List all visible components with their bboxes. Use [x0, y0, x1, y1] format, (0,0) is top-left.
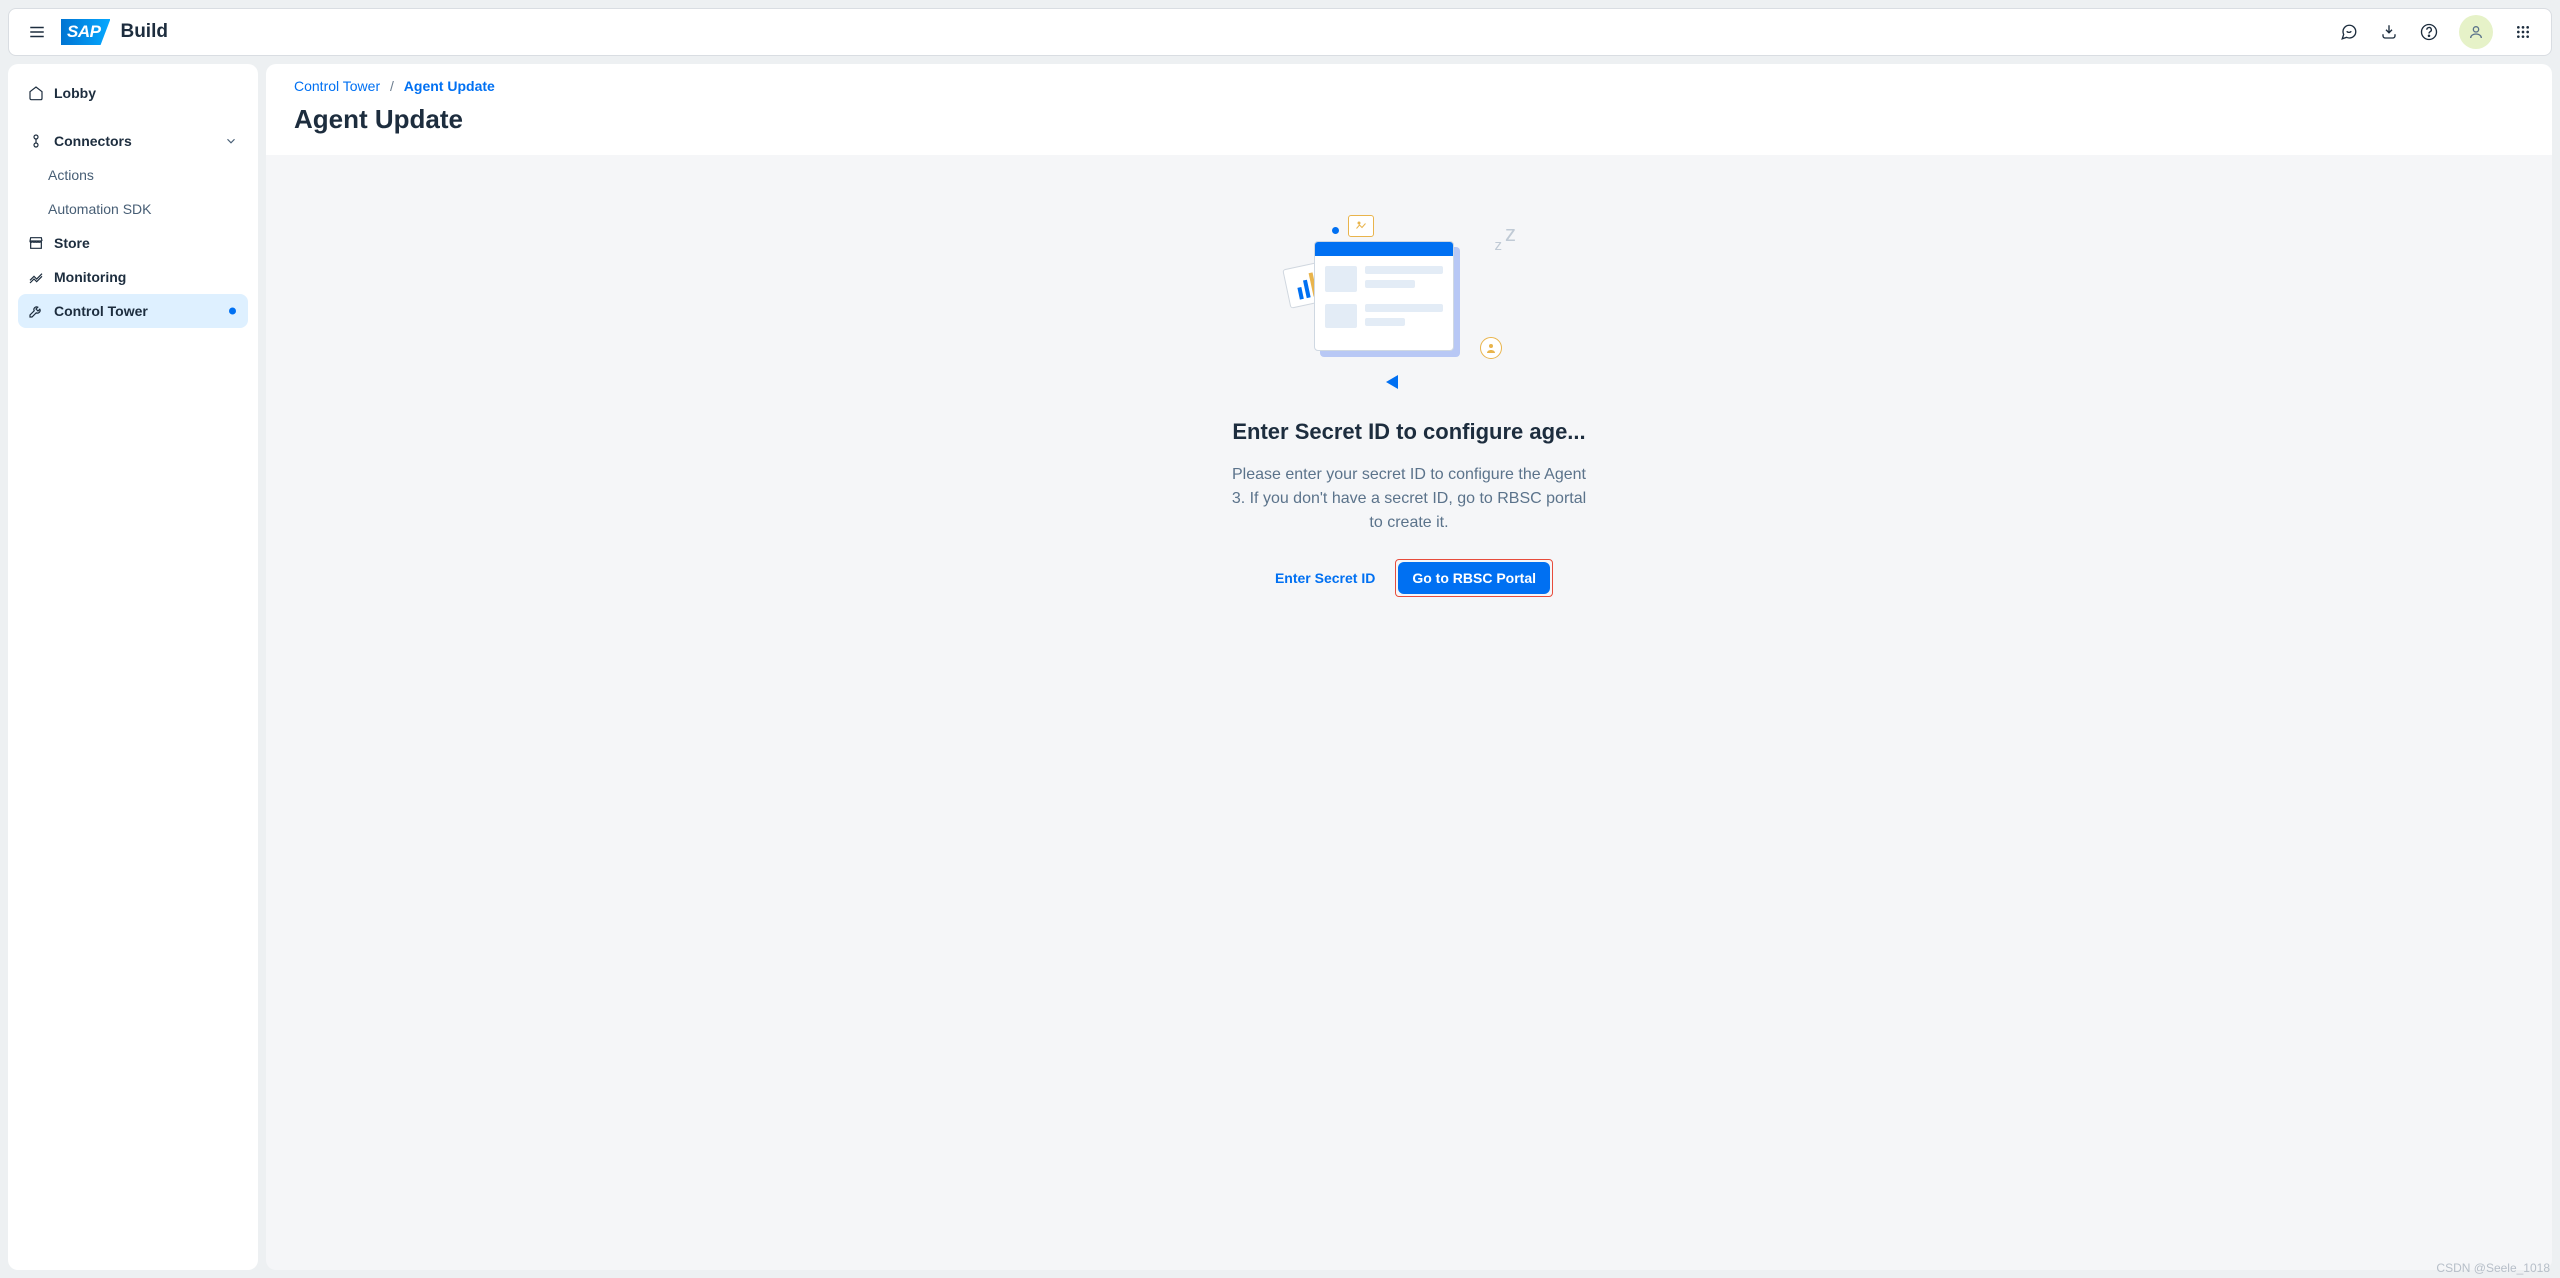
header-actions [2331, 14, 2541, 50]
sidebar-item-connectors[interactable]: Connectors [18, 124, 248, 158]
image-card-icon [1348, 215, 1374, 237]
sidebar-label: Actions [48, 167, 94, 183]
annotation-highlight: Go to RBSC Portal [1395, 559, 1553, 597]
zzz-icon: z [1505, 221, 1516, 247]
sidebar-item-automation-sdk[interactable]: Automation SDK [18, 192, 248, 226]
decor-dot [1332, 227, 1339, 234]
sidebar-item-lobby[interactable]: Lobby [18, 76, 248, 110]
empty-title: Enter Secret ID to configure age... [1224, 419, 1594, 445]
watermark: CSDN @Seele_1018 [2436, 1261, 2550, 1275]
active-indicator-dot [229, 308, 236, 315]
user-avatar[interactable] [2459, 15, 2493, 49]
person-badge-icon [1480, 337, 1502, 359]
breadcrumb-separator: / [390, 78, 394, 94]
go-to-rbsc-portal-button[interactable]: Go to RBSC Portal [1398, 562, 1550, 594]
sidebar-label: Monitoring [54, 269, 126, 285]
content-header: Control Tower / Agent Update Agent Updat… [266, 64, 2552, 155]
person-icon [2468, 24, 2484, 40]
breadcrumb: Control Tower / Agent Update [294, 78, 2524, 94]
sidebar-label: Automation SDK [48, 201, 152, 217]
chevron-down-icon [224, 134, 238, 148]
home-icon [28, 85, 44, 101]
help-button[interactable] [2411, 14, 2447, 50]
shell-header: SAP Build [8, 8, 2552, 56]
empty-illustration: z z [1294, 215, 1524, 395]
sap-logo: SAP [61, 19, 110, 45]
download-button[interactable] [2371, 14, 2407, 50]
breadcrumb-link-root[interactable]: Control Tower [294, 78, 380, 94]
monitoring-icon [28, 269, 44, 285]
content-area: Control Tower / Agent Update Agent Updat… [266, 64, 2552, 1270]
empty-state: z z [1224, 215, 1594, 597]
menu-button[interactable] [19, 14, 55, 50]
sidebar-label: Lobby [54, 85, 96, 101]
page-title: Agent Update [294, 104, 2524, 135]
breadcrumb-current: Agent Update [404, 78, 495, 94]
zzz-icon: z [1495, 237, 1503, 254]
app-launcher-button[interactable] [2505, 14, 2541, 50]
empty-description: Please enter your secret ID to configure… [1224, 463, 1594, 535]
help-icon [2420, 23, 2438, 41]
connectors-icon [28, 133, 44, 149]
sidebar-item-store[interactable]: Store [18, 226, 248, 260]
content-body: z z [266, 155, 2552, 1270]
grid-icon [2515, 24, 2531, 40]
browser-window-icon [1314, 241, 1454, 351]
enter-secret-id-button[interactable]: Enter Secret ID [1265, 562, 1385, 594]
product-name: Build [120, 21, 168, 43]
feedback-icon [2340, 23, 2358, 41]
menu-icon [28, 23, 46, 41]
play-triangle-icon [1386, 375, 1398, 389]
sidebar: Lobby Connectors Actions Automation SDK … [8, 64, 258, 1270]
store-icon [28, 235, 44, 251]
download-icon [2380, 23, 2398, 41]
sidebar-label: Connectors [54, 133, 132, 149]
sidebar-item-monitoring[interactable]: Monitoring [18, 260, 248, 294]
wrench-icon [28, 303, 44, 319]
feedback-button[interactable] [2331, 14, 2367, 50]
sidebar-label: Control Tower [54, 303, 148, 319]
sidebar-item-actions[interactable]: Actions [18, 158, 248, 192]
empty-actions: Enter Secret ID Go to RBSC Portal [1224, 559, 1594, 597]
sidebar-label: Store [54, 235, 90, 251]
sidebar-item-control-tower[interactable]: Control Tower [18, 294, 248, 328]
